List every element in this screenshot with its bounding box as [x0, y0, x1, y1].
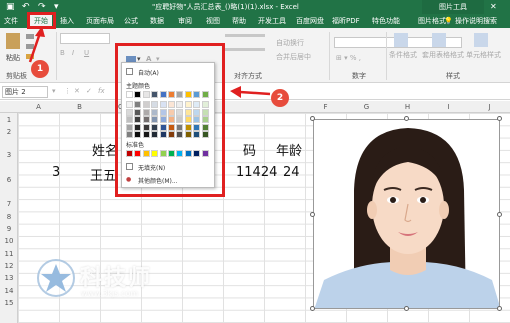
step-2-badge: 2 — [271, 89, 289, 107]
watermark-brand: 科技师 — [80, 266, 153, 291]
arrow-2-head — [230, 86, 241, 98]
arrow-1-head — [35, 26, 45, 37]
watermark: 科技师 www.3kjs.com — [36, 256, 186, 306]
step-1-badge: 1 — [31, 60, 49, 78]
watermark-url: www.3kjs.com — [81, 289, 139, 298]
arrow-1-line — [28, 32, 42, 63]
arrow-2-line — [239, 90, 271, 96]
watermark-logo-icon — [37, 259, 75, 297]
